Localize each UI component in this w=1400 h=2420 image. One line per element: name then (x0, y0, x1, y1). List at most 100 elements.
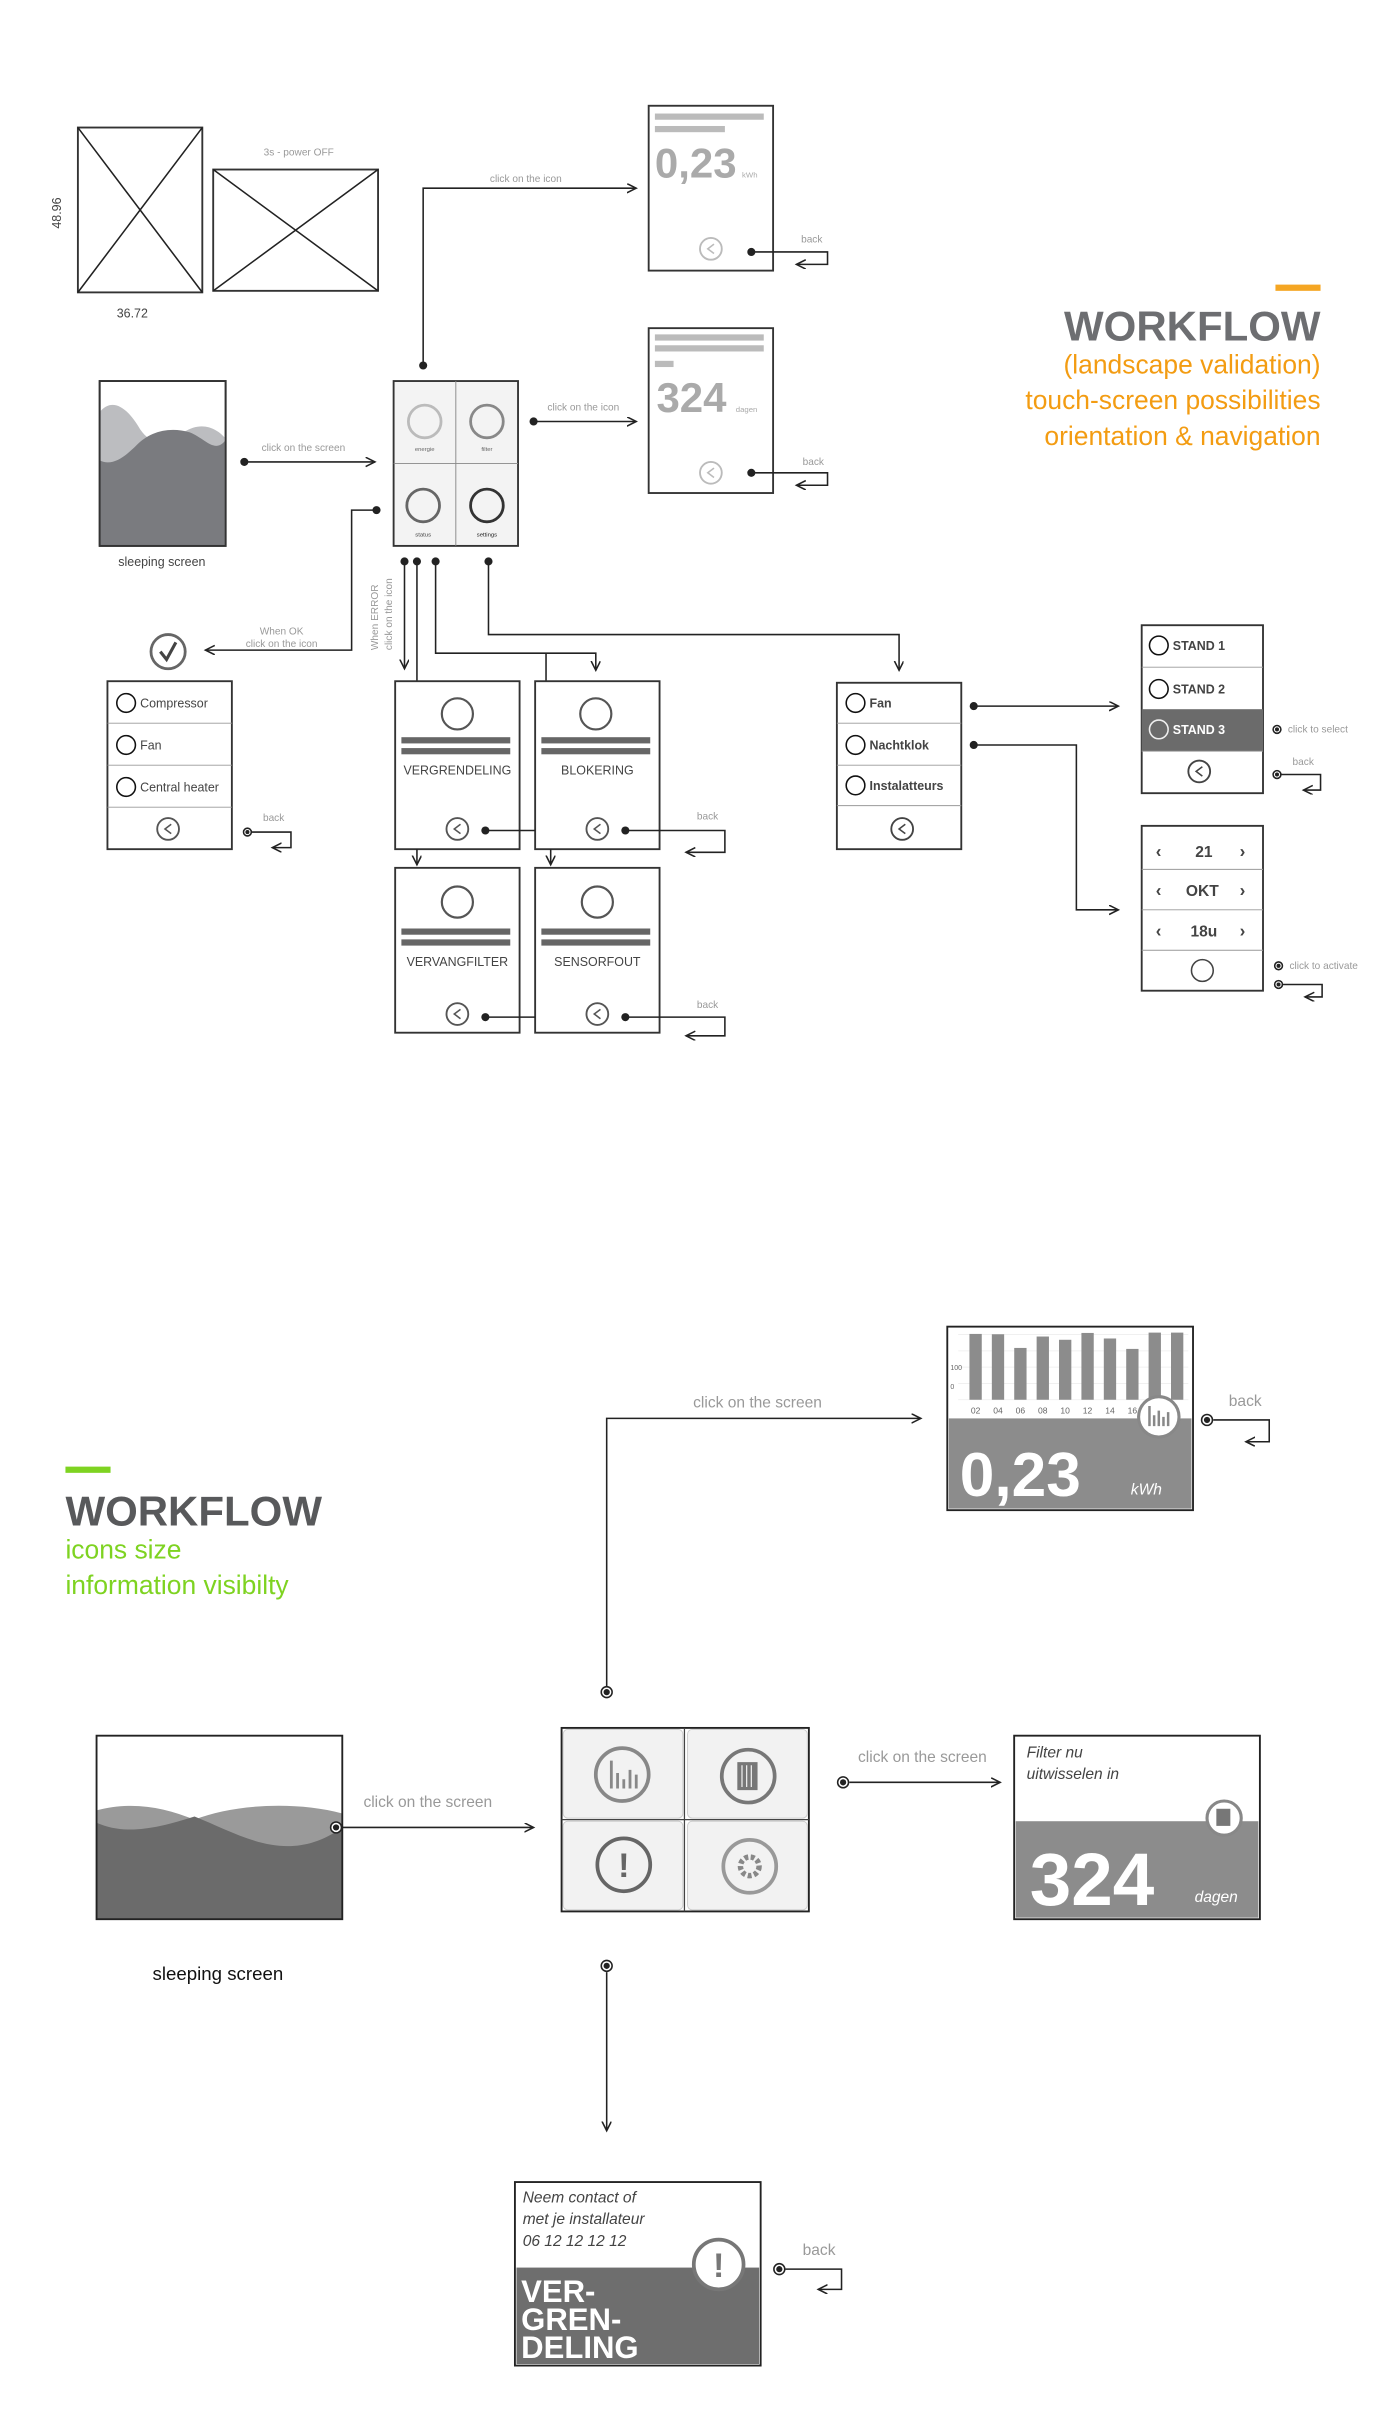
menu-label: filter (481, 447, 492, 453)
bar (1014, 1347, 1027, 1400)
power-off-label: 3s - power OFF (264, 148, 334, 159)
error-title: SENSORFOUT (554, 955, 641, 969)
x-tick-label: 12 (1083, 1406, 1093, 1416)
workflow-title: WORKFLOW (1064, 303, 1321, 350)
workflow-title: WORKFLOW (65, 1488, 322, 1535)
date-picker-screen: ‹ 21 › ‹ OKT › ‹ 18u › (1140, 824, 1264, 992)
bar-chart-icon (1137, 1395, 1181, 1439)
y-tick-label: 100 (950, 1365, 962, 1372)
bar (1081, 1332, 1094, 1400)
back-label: back (697, 812, 719, 823)
day-value: 21 (1195, 844, 1213, 861)
stand-label: STAND 3 (1173, 723, 1225, 737)
x-tick-label: 06 (1016, 1406, 1026, 1416)
chevron-left-icon[interactable]: ‹ (1156, 921, 1162, 940)
error-title: BLOKERING (561, 764, 634, 778)
filter-message: Filter nu (1027, 1744, 1084, 1761)
stand-label: STAND 2 (1173, 683, 1225, 697)
bar (1148, 1332, 1161, 1400)
dimension-height: 48.96 (50, 197, 64, 228)
when-error-label: click on the icon (384, 578, 395, 650)
svg-text:!: ! (713, 2247, 724, 2285)
sleeping-screen[interactable] (98, 380, 227, 547)
back-label: back (803, 2242, 836, 2259)
settings-list-screen: Fan Nachtklok Instalatteurs (835, 681, 963, 851)
alert-icon: ! (691, 2237, 746, 2292)
chevron-right-icon[interactable]: › (1240, 881, 1246, 900)
workflow-subtitle: (landscape validation) (1064, 349, 1321, 379)
error-screen-vergrendeling: VERGRENDELING (394, 680, 521, 851)
energy-value: 0,23 (655, 139, 737, 186)
click-icon-label: click on the icon (547, 403, 619, 414)
energy-unit: kWh (742, 170, 758, 179)
workflow-subtitle: orientation & navigation (1044, 421, 1320, 451)
list-item-label: Compressor (140, 697, 208, 711)
check-icon (149, 633, 187, 671)
filter-replace-screen[interactable]: Filter nu uitwisselen in 324 dagen (1013, 1734, 1261, 1922)
stand-label: STAND 1 (1173, 639, 1225, 653)
bar (1103, 1338, 1117, 1400)
error-screen-sensorfout: SENSORFOUT (534, 866, 661, 1034)
chevron-right-icon[interactable]: › (1240, 921, 1246, 940)
back-label: back (801, 235, 823, 246)
hour-value: 18u (1191, 923, 1218, 940)
menu-label: energie (415, 447, 435, 453)
x-tick-label: 14 (1105, 1406, 1115, 1416)
error-screen-vervangfilter: VERVANGFILTER (394, 866, 521, 1034)
back-label: back (263, 813, 285, 824)
dimension-width: 36.72 (117, 306, 148, 320)
contact-message: met je installateur (523, 2211, 646, 2228)
bar (1059, 1339, 1072, 1400)
bar (969, 1333, 982, 1400)
bar (1126, 1348, 1139, 1400)
y-tick-label: 0 (950, 1384, 954, 1391)
bar (1170, 1332, 1184, 1400)
bar (991, 1334, 1005, 1400)
filter-days-value: 324 (656, 374, 727, 421)
list-item-label: Fan (870, 697, 892, 711)
filter-days-value: 324 (1030, 1837, 1155, 1921)
svg-text:!: ! (618, 1847, 629, 1885)
click-screen-label: click on the screen (363, 1794, 492, 1811)
chevron-left-icon[interactable]: ‹ (1156, 881, 1162, 900)
energy-unit: kWh (1131, 1482, 1162, 1499)
icon-menu-screen: ! (560, 1726, 810, 1913)
title-accent-bar (1275, 284, 1321, 291)
filter-days-screen[interactable]: 324 dagen (647, 327, 775, 494)
back-label: back (1293, 757, 1315, 768)
chevron-right-icon[interactable]: › (1240, 842, 1246, 861)
list-item-label: Fan (140, 739, 162, 753)
sleeping-screen[interactable] (95, 1734, 344, 1921)
filter-days-unit: dagen (1195, 1889, 1238, 1906)
x-tick-label: 16 (1128, 1406, 1138, 1416)
click-icon-label: click on the icon (490, 174, 562, 185)
stand-list-screen: STAND 1 STAND 2 STAND 3 (1140, 624, 1264, 795)
error-title: VERVANGFILTER (407, 955, 509, 969)
click-screen-label: click on the screen (262, 443, 346, 454)
x-tick-label: 10 (1060, 1406, 1070, 1416)
workflow-canvas: 48.96 36.72 3s - power OFF 0,23 kWh back… (50, 104, 1358, 2367)
filter-days-unit: dagen (736, 405, 758, 414)
sleeping-screen-label: sleeping screen (118, 555, 205, 569)
energy-chart-screen[interactable]: 0204060810121416180100 0,23 kWh (946, 1325, 1194, 1512)
month-value: OKT (1186, 883, 1219, 900)
menu-label: status (415, 533, 431, 539)
click-screen-label: click on the screen (693, 1395, 822, 1412)
filter-message: uitwisselen in (1027, 1766, 1119, 1783)
lock-error-screen[interactable]: Neem contact of met je installateur 06 1… (513, 2181, 762, 2367)
energy-screen[interactable]: 0,23 kWh (647, 104, 775, 272)
workflow-subtitle: information visibilty (65, 1570, 289, 1600)
filter-icon (1205, 1799, 1243, 1837)
list-item-label: Instalatteurs (870, 779, 944, 793)
menu-tile-energy[interactable] (562, 1728, 684, 1819)
main-menu-screen: energie filter status settings (392, 380, 519, 547)
workflow-subtitle: icons size (65, 1534, 181, 1564)
list-item-label: Nachtklok (870, 739, 930, 753)
workflow-subtitle: touch-screen possibilities (1025, 385, 1320, 415)
click-screen-label: click on the screen (858, 1749, 987, 1766)
error-screen-blokering: BLOKERING (534, 680, 661, 851)
chevron-left-icon[interactable]: ‹ (1156, 842, 1162, 861)
x-tick-label: 08 (1038, 1406, 1048, 1416)
sleeping-screen-label: sleeping screen (153, 1963, 284, 1984)
bar (1036, 1336, 1049, 1400)
